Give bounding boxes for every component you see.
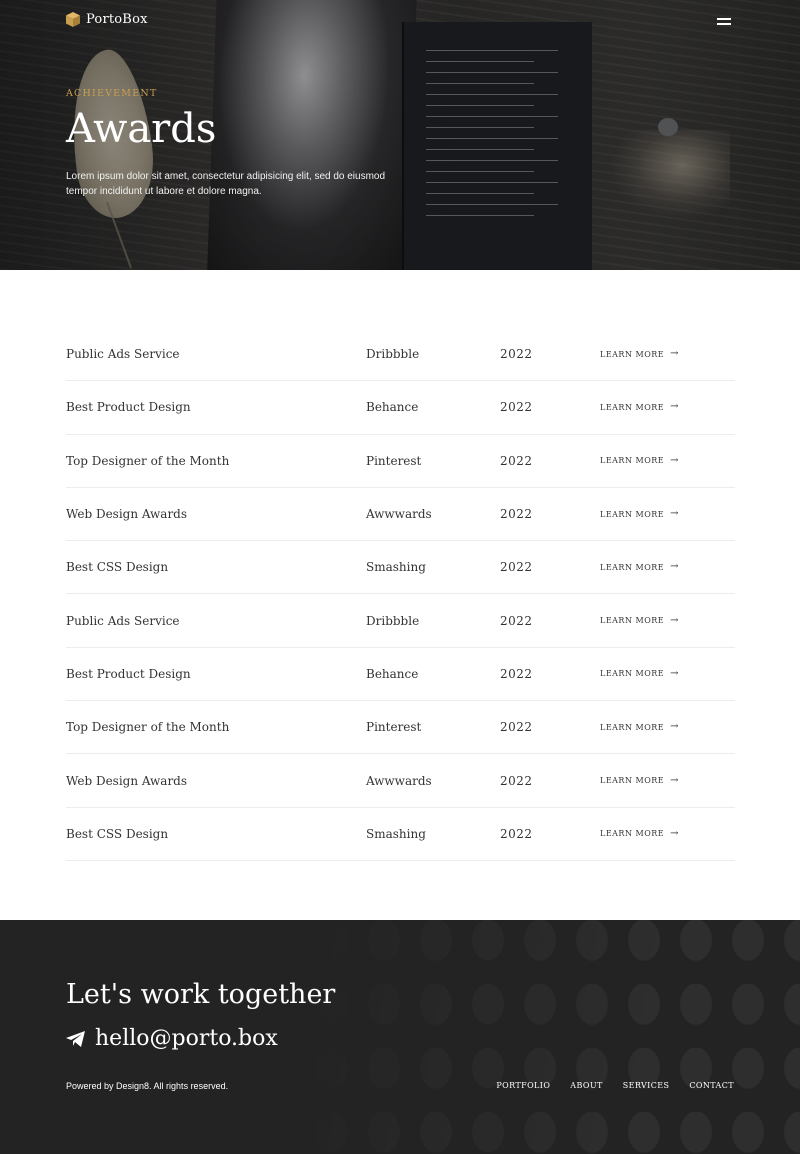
hamburger-icon-line-top [717, 17, 731, 20]
award-year: 2022 [500, 560, 533, 575]
learn-more-label: Learn More [600, 509, 665, 519]
page-title: Awards [66, 106, 217, 152]
award-platform: Awwwards [366, 773, 432, 788]
learn-more-label: Learn More [600, 562, 665, 572]
arrow-right-icon: → [670, 667, 679, 679]
learn-more-link[interactable]: Learn More → [600, 774, 679, 786]
award-year: 2022 [500, 613, 533, 628]
hero-description: Lorem ipsum dolor sit amet, consectetur … [66, 171, 386, 197]
footer-nav: Portfolio About Services Contact [496, 1081, 734, 1090]
arrow-right-icon: → [670, 827, 679, 839]
learn-more-label: Learn More [600, 669, 665, 679]
award-row: Best Product Design Behance 2022 Learn M… [66, 381, 735, 435]
award-row: Top Designer of the Month Pinterest 2022… [66, 701, 735, 755]
award-platform: Dribbble [366, 613, 420, 628]
award-name: Best Product Design [66, 666, 191, 681]
award-platform: Behance [366, 666, 419, 681]
award-year: 2022 [500, 826, 533, 841]
award-row: Best CSS Design Smashing 2022 Learn More… [66, 808, 735, 861]
learn-more-link[interactable]: Learn More → [600, 509, 679, 519]
arrow-right-icon: → [670, 614, 679, 626]
learn-more-link[interactable]: Learn More → [600, 349, 679, 359]
award-name: Web Design Awards [66, 773, 188, 788]
arrow-right-icon: → [670, 454, 679, 466]
award-row: Best Product Design Behance 2022 Learn M… [66, 648, 735, 702]
learn-more-label: Learn More [600, 829, 665, 839]
award-year: 2022 [500, 666, 533, 681]
learn-more-link[interactable]: Learn More → [600, 454, 679, 466]
award-platform: Smashing [366, 826, 426, 841]
learn-more-link[interactable]: Learn More → [600, 667, 679, 679]
award-year: 2022 [500, 720, 533, 735]
menu-button[interactable] [713, 14, 731, 28]
learn-more-label: Learn More [600, 456, 665, 466]
award-name: Best CSS Design [66, 560, 169, 575]
award-platform: Awwwards [366, 507, 432, 522]
award-platform: Smashing [366, 560, 426, 575]
award-row: Top Designer of the Month Pinterest 2022… [66, 435, 735, 488]
learn-more-label: Learn More [600, 616, 665, 626]
learn-more-link[interactable]: Learn More → [600, 402, 679, 412]
footer-title: Let's work together [66, 979, 336, 1010]
learn-more-link[interactable]: Learn More → [600, 614, 679, 626]
award-platform: Dribbble [366, 347, 420, 362]
arrow-right-icon: → [670, 774, 679, 786]
arrow-right-icon: → [670, 721, 679, 733]
arrow-right-icon: → [670, 508, 679, 520]
award-row: Web Design Awards Awwwards 2022 Learn Mo… [66, 488, 735, 542]
box-logo-icon [66, 12, 80, 27]
award-platform: Pinterest [366, 720, 422, 735]
award-name: Public Ads Service [66, 347, 180, 362]
footer-email: hello@porto.box [66, 1026, 278, 1051]
learn-more-label: Learn More [600, 776, 665, 786]
site-footer: Let's work together hello@porto.box Powe… [0, 920, 800, 1154]
learn-more-link[interactable]: Learn More → [600, 827, 679, 839]
arrow-right-icon: → [670, 348, 679, 360]
award-name: Best Product Design [66, 400, 191, 415]
hero-content: Achievement Awards Lorem ipsum dolor sit… [66, 88, 406, 199]
award-name: Best CSS Design [66, 826, 169, 841]
award-year: 2022 [500, 507, 533, 522]
award-row: Web Design Awards Awwwards 2022 Learn Mo… [66, 754, 735, 808]
hamburger-icon-line-bottom [717, 22, 731, 25]
hero-section: PortoBox Achievement Awards Lorem ipsum … [0, 0, 800, 270]
award-row: Best CSS Design Smashing 2022 Learn More… [66, 541, 735, 595]
award-year: 2022 [500, 453, 533, 468]
footer-nav-contact[interactable]: Contact [689, 1081, 734, 1090]
brand-logo[interactable]: PortoBox [66, 12, 148, 27]
hero-eyebrow: Achievement [66, 88, 158, 99]
awards-list: Public Ads Service Dribbble 2022 Learn M… [66, 328, 735, 861]
award-name: Top Designer of the Month [66, 720, 230, 735]
copyright-text: Powered by Design8. All rights reserved. [66, 1081, 229, 1091]
learn-more-label: Learn More [600, 722, 665, 732]
footer-nav-portfolio[interactable]: Portfolio [496, 1081, 550, 1090]
email-link[interactable]: hello@porto.box [95, 1026, 278, 1051]
award-platform: Pinterest [366, 453, 422, 468]
learn-more-label: Learn More [600, 349, 665, 359]
award-platform: Behance [366, 400, 419, 415]
learn-more-label: Learn More [600, 402, 665, 412]
award-row: Public Ads Service Dribbble 2022 Learn M… [66, 328, 735, 382]
arrow-right-icon: → [670, 561, 679, 573]
award-row: Public Ads Service Dribbble 2022 Learn M… [66, 594, 735, 648]
arrow-right-icon: → [670, 401, 679, 413]
award-year: 2022 [500, 773, 533, 788]
learn-more-link[interactable]: Learn More → [600, 562, 679, 572]
paper-plane-icon [66, 1030, 85, 1047]
award-year: 2022 [500, 347, 533, 362]
award-year: 2022 [500, 400, 533, 415]
award-name: Top Designer of the Month [66, 453, 230, 468]
award-name: Public Ads Service [66, 613, 180, 628]
footer-nav-services[interactable]: Services [623, 1081, 670, 1090]
brand-name: PortoBox [86, 12, 148, 27]
award-name: Web Design Awards [66, 507, 188, 522]
learn-more-link[interactable]: Learn More → [600, 722, 679, 732]
footer-nav-about[interactable]: About [570, 1081, 602, 1090]
